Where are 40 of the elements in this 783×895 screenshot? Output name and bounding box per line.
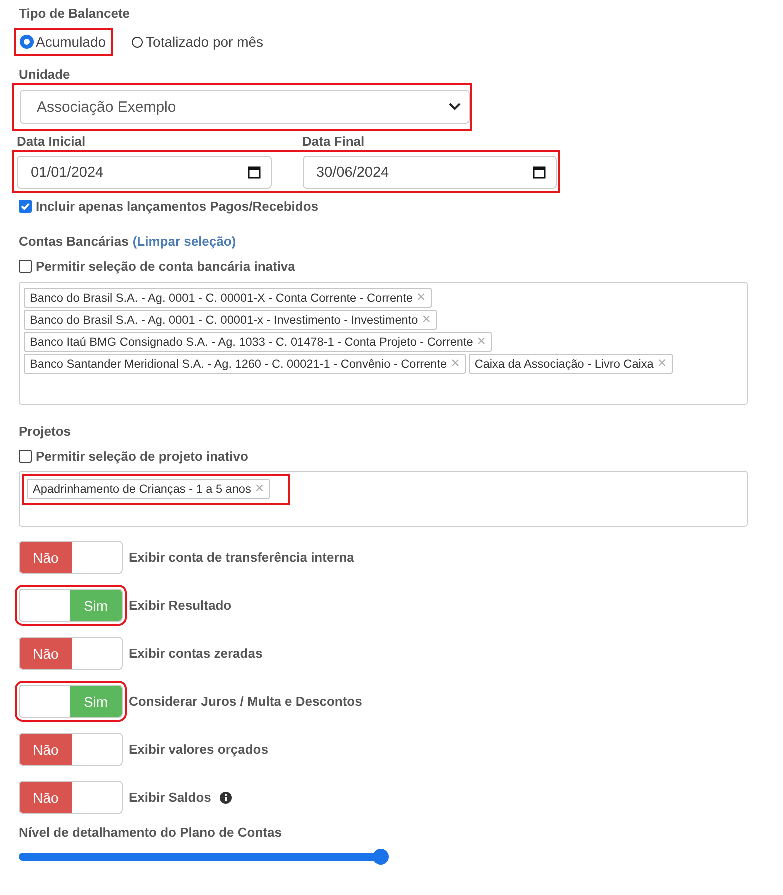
toggle-label: Exibir conta de transferência interna <box>129 550 354 565</box>
date-field[interactable]: 30/06/2024 <box>302 156 557 189</box>
toggle-label: Exibir contas zeradas <box>129 646 263 661</box>
field-label: Data Inicial <box>17 133 87 150</box>
toggle-label: Exibir Resultado <box>129 598 232 613</box>
date-field[interactable]: 01/01/2024 <box>17 156 272 189</box>
check-icon <box>20 201 31 212</box>
calendar-icon <box>533 166 546 179</box>
selected-tag[interactable]: Banco do Brasil S.A. - Ag. 0001 - C. 00001-X - Conta Corrente - Corrente × <box>24 288 432 308</box>
selected-tag[interactable]: Banco do Brasil S.A. - Ag. 0001 - C. 00001-x - Investimento - Investimento × <box>24 310 437 330</box>
detail-level-slider[interactable] <box>19 849 389 865</box>
checkbox-option[interactable]: Permitir seleção de projeto inativo <box>19 449 248 464</box>
field-label: Data Final <box>302 133 366 150</box>
field-label: Unidade <box>19 66 72 83</box>
field-label: Projetos <box>19 423 72 440</box>
toggle-label: Considerar Juros / Multa e Descontos <box>129 694 362 709</box>
unit-select[interactable]: Associação Exemplo <box>20 90 470 124</box>
selected-tag[interactable]: Banco Santander Meridional S.A. - Ag. 1260 - C. 00021-1 - Convênio - Corrente × <box>24 354 466 374</box>
checkbox-option[interactable]: Permitir seleção de conta bancária inativa <box>19 259 296 274</box>
toggle-switch[interactable]: Não <box>19 733 123 766</box>
checkbox-option[interactable]: Incluir apenas lançamentos Pagos/Recebidos <box>19 199 318 214</box>
field-label: Tipo de Balancete <box>19 5 132 22</box>
radio-option[interactable]: Acumulado <box>14 28 114 56</box>
radio-option[interactable]: Totalizado por mês <box>125 28 271 56</box>
toggle-switch[interactable]: Não <box>19 781 123 814</box>
chevron-down-icon <box>449 103 461 111</box>
clear-selection-link[interactable]: (Limpar seleção) <box>132 234 236 249</box>
multi-select-field[interactable]: Apadrinhamento de Crianças - 1 a 5 anos × <box>19 471 748 527</box>
selected-tag[interactable]: Apadrinhamento de Crianças - 1 a 5 anos × <box>27 479 270 499</box>
toggle-label: Exibir valores orçados <box>129 742 268 757</box>
selected-tag[interactable]: Caixa da Associação - Livro Caixa × <box>468 354 673 374</box>
multi-select-field[interactable] <box>19 282 748 405</box>
calendar-icon <box>248 166 260 179</box>
toggle-label: Exibir Saldos <box>129 790 212 805</box>
selected-tag[interactable]: Banco Itaú BMG Consignado S.A. - Ag. 1033 - C. 01478-1 - Conta Projeto - Corrente × <box>24 332 492 352</box>
field-label: Contas Bancárias <box>19 234 129 249</box>
slider-handle[interactable] <box>373 849 389 865</box>
field-label: Nível de detalhamento do Plano de Contas <box>19 824 283 841</box>
toggle-switch[interactable]: Não <box>19 541 123 574</box>
toggle-switch[interactable]: Não <box>19 637 123 670</box>
